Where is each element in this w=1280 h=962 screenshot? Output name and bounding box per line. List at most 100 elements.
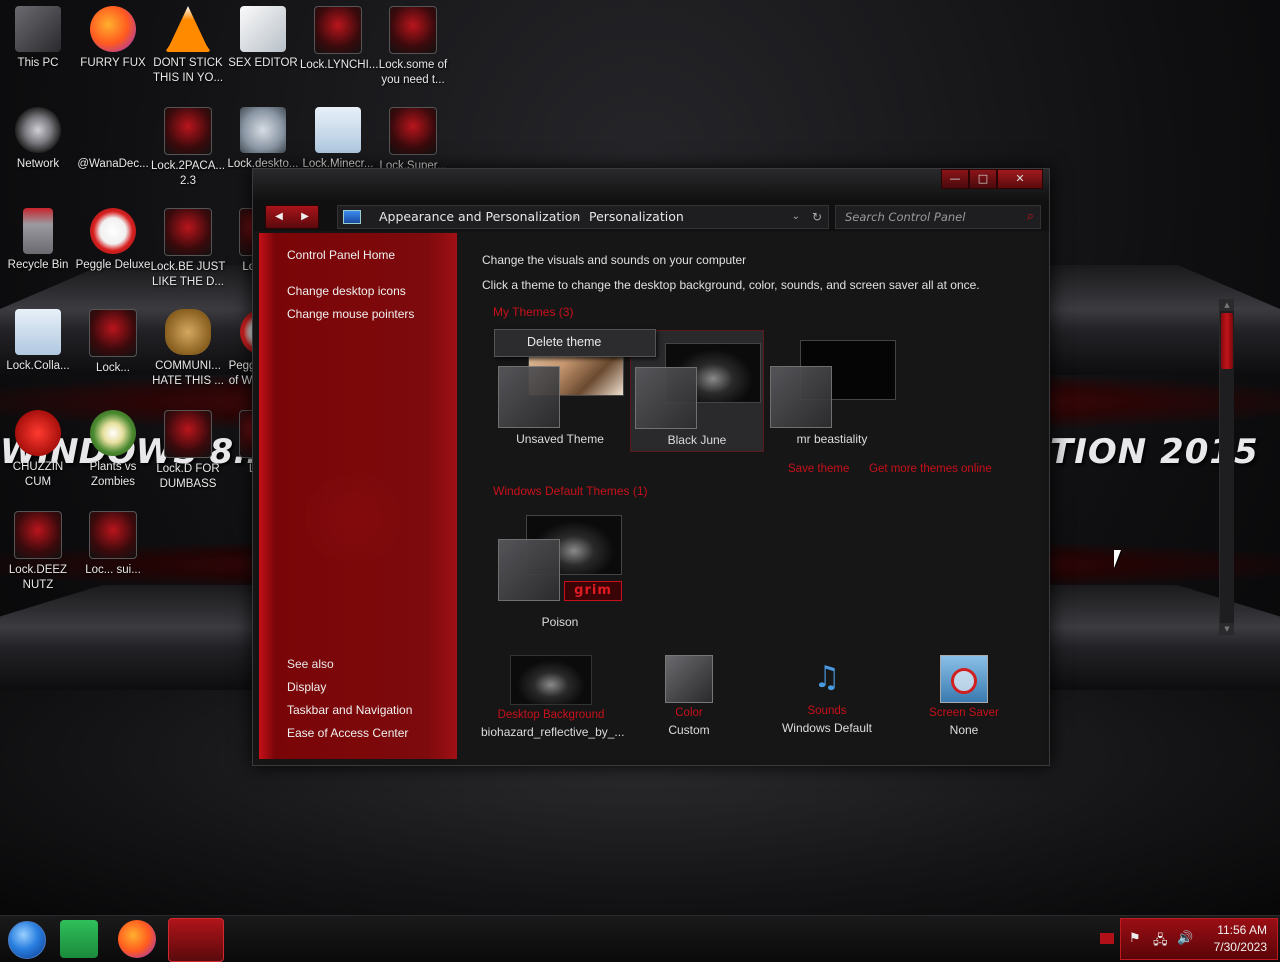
firefox-icon[interactable] bbox=[118, 920, 156, 958]
desktop-icon[interactable]: Lock.deskto... bbox=[225, 101, 301, 172]
change-mouse-pointers-link[interactable]: Change mouse pointers bbox=[287, 307, 414, 321]
desktop-icon-label: Lock.some of you need t... bbox=[378, 59, 448, 86]
scroll-thumb[interactable] bbox=[1221, 313, 1233, 369]
theme-poison[interactable]: grim Poison bbox=[494, 509, 626, 629]
breadcrumb-separator[interactable]: › bbox=[573, 206, 578, 228]
ease-of-access-link[interactable]: Ease of Access Center bbox=[287, 726, 408, 740]
control-panel-home-link[interactable]: Control Panel Home bbox=[287, 248, 395, 262]
desktop-icon[interactable]: Lock.Minecr... bbox=[300, 101, 376, 172]
sounds-label[interactable]: Sounds bbox=[757, 705, 897, 717]
desktop-icon[interactable]: Lock.Super... bbox=[375, 101, 451, 174]
desktop-icon[interactable]: Lock.Colla... bbox=[0, 303, 76, 374]
search-input[interactable]: Search Control Panel ⌕ bbox=[835, 205, 1041, 229]
desktop-icon[interactable]: COMMUNI... HATE THIS ... bbox=[150, 303, 226, 389]
alien-file-icon bbox=[164, 410, 212, 458]
sounds-value: Windows Default bbox=[781, 721, 873, 735]
desktop-icon-label: Lock.2PACA... 2.3 bbox=[151, 160, 225, 187]
scroll-down-arrow[interactable]: ▼ bbox=[1220, 623, 1234, 635]
search-icon[interactable]: ⌕ bbox=[1027, 206, 1034, 228]
blank-icon bbox=[90, 107, 136, 153]
navigation-bar: ◀ ▶ Appearance and Personalization › Per… bbox=[253, 201, 1049, 231]
desktop-icon[interactable]: Loc... sui... bbox=[75, 505, 151, 578]
desktop-background-label[interactable]: Desktop Background bbox=[481, 709, 621, 721]
desktop-icon[interactable]: Plants vs Zombies bbox=[75, 404, 151, 490]
show-hidden-icons-icon[interactable] bbox=[1100, 933, 1114, 944]
desktop-icon[interactable]: Recycle Bin bbox=[0, 202, 76, 273]
clock-date: 7/30/2023 bbox=[1213, 940, 1267, 954]
minimize-button[interactable]: — bbox=[941, 169, 969, 189]
desktop-icon[interactable]: FURRY FUX bbox=[75, 0, 151, 71]
desktop-icon[interactable]: Network bbox=[0, 101, 76, 172]
maximize-button[interactable]: □ bbox=[969, 169, 997, 189]
desktop-icon[interactable]: Lock.LYNCHI... bbox=[300, 0, 378, 73]
title-bar[interactable]: — □ ✕ bbox=[253, 169, 1049, 201]
desktop-icon[interactable]: Lock.some of you need t... bbox=[375, 0, 451, 88]
alien-file-icon bbox=[164, 107, 212, 155]
desktop-icon[interactable]: Lock.D FOR DUMBASS bbox=[150, 404, 226, 492]
alien-file-icon bbox=[314, 6, 362, 54]
themes-scrollbar[interactable]: ▲ ▼ bbox=[1219, 299, 1234, 635]
network-icon[interactable]: 🖧 bbox=[1153, 931, 1168, 953]
desktop-icon[interactable]: CHUZZIN CUM bbox=[0, 404, 76, 490]
get-more-themes-link[interactable]: Get more themes online bbox=[869, 463, 992, 475]
desktop-icon-label: Peggle Deluxe bbox=[75, 259, 151, 271]
hxd-icon bbox=[240, 6, 286, 52]
desktop-icon[interactable]: This PC bbox=[0, 0, 76, 71]
context-menu: Delete theme bbox=[494, 329, 656, 357]
sounds-setting[interactable]: ♫ Sounds Windows Default bbox=[757, 655, 897, 735]
desktop-icon[interactable]: Lock.2PACA... 2.3 bbox=[150, 101, 226, 189]
desktop-icon-label: Loc... sui... bbox=[85, 564, 141, 576]
control-panel-taskbar-icon[interactable] bbox=[168, 918, 224, 962]
my-themes-heading[interactable]: My Themes (3) bbox=[493, 305, 573, 319]
desktop-icon[interactable]: SEX EDITOR bbox=[225, 0, 301, 71]
default-themes-heading[interactable]: Windows Default Themes (1) bbox=[493, 484, 648, 498]
alien-file-icon bbox=[389, 6, 437, 54]
personalization-window: — □ ✕ ◀ ▶ Appearance and Personalization… bbox=[252, 168, 1234, 766]
desktop-icon[interactable]: Lock.DEEZ NUTZ bbox=[0, 505, 76, 593]
desktop-icon[interactable]: @WanaDec... bbox=[75, 101, 151, 172]
chuzzle-icon bbox=[15, 410, 61, 456]
desktop-icon-label: Lock.BE JUST LIKE THE D... bbox=[150, 261, 226, 288]
desktop-icon[interactable]: Peggle Deluxe bbox=[75, 202, 151, 273]
desktop-icon-label: COMMUNI... HATE THIS ... bbox=[152, 360, 224, 387]
color-value: Custom bbox=[668, 723, 710, 737]
save-theme-link[interactable]: Save theme bbox=[788, 463, 849, 475]
main-content: Change the visuals and sounds on your co… bbox=[457, 233, 1234, 759]
desktop-icon-label: CHUZZIN CUM bbox=[12, 461, 64, 488]
clock[interactable]: 11:56 AM 7/30/2023 bbox=[1214, 922, 1267, 956]
sounds-icon: ♫ bbox=[813, 660, 841, 695]
desktop-icon[interactable]: Lock... bbox=[75, 303, 151, 376]
pvz-icon bbox=[90, 410, 136, 456]
display-link[interactable]: Display bbox=[287, 680, 326, 694]
refresh-icon[interactable]: ↻ bbox=[812, 206, 822, 228]
breadcrumb-appearance[interactable]: Appearance and Personalization bbox=[379, 206, 580, 228]
action-center-flag-icon[interactable]: ⚑ bbox=[1129, 931, 1141, 946]
chevron-down-icon[interactable]: ⌄ bbox=[792, 206, 800, 228]
delete-theme-menu-item[interactable]: Delete theme bbox=[527, 335, 601, 349]
volume-icon[interactable]: 🔊 bbox=[1177, 931, 1193, 946]
breadcrumb-personalization[interactable]: Personalization bbox=[589, 206, 684, 228]
screen-saver-setting[interactable]: Screen Saver None bbox=[894, 655, 1034, 737]
back-button[interactable]: ◀ bbox=[266, 206, 292, 228]
desktop-icon[interactable]: Lock.BE JUST LIKE THE D... bbox=[150, 202, 226, 290]
desktop-icon-label: @WanaDec... bbox=[77, 158, 149, 170]
theme-mr-beastiality[interactable]: mr beastiality bbox=[766, 330, 898, 450]
theme-name: Black June bbox=[667, 433, 727, 447]
screen-saver-label[interactable]: Screen Saver bbox=[894, 707, 1034, 719]
change-desktop-icons-link[interactable]: Change desktop icons bbox=[287, 284, 406, 298]
desktop-background-setting[interactable]: Desktop Background biohazard_reflective_… bbox=[481, 655, 624, 739]
taskbar-navigation-link[interactable]: Taskbar and Navigation bbox=[287, 703, 412, 717]
clock-time: 11:56 AM bbox=[1217, 923, 1267, 937]
address-bar[interactable]: Appearance and Personalization › Persona… bbox=[337, 205, 829, 229]
vlc-cone-icon bbox=[165, 6, 211, 52]
alien-file-icon bbox=[389, 107, 437, 155]
color-label[interactable]: Color bbox=[619, 707, 759, 719]
forward-button[interactable]: ▶ bbox=[292, 206, 318, 228]
notepad-icon[interactable] bbox=[60, 920, 98, 958]
desktop-icon[interactable]: DONT STICK THIS IN YO... bbox=[150, 0, 226, 86]
system-tray: ⚑ 🖧 🔊 11:56 AM 7/30/2023 bbox=[1120, 918, 1278, 960]
color-setting[interactable]: Color Custom bbox=[619, 655, 759, 737]
scroll-up-arrow[interactable]: ▲ bbox=[1220, 299, 1234, 311]
start-button[interactable] bbox=[8, 921, 46, 959]
close-button[interactable]: ✕ bbox=[997, 169, 1043, 189]
